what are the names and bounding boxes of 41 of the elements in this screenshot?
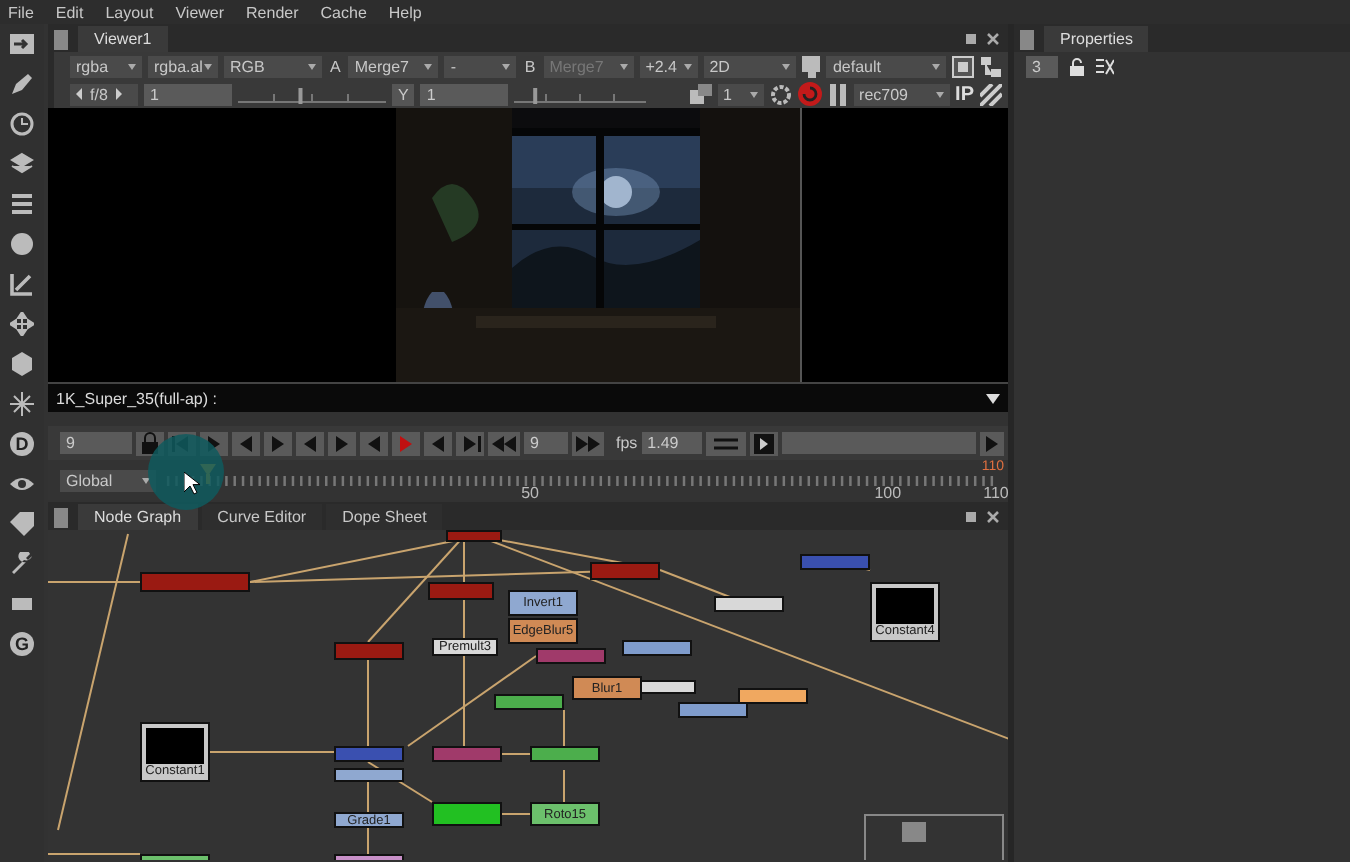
menu-item[interactable]: Viewer [175,3,225,21]
gain-field[interactable]: 1 [144,83,232,105]
gamma-dropdown[interactable]: +2.4 [639,55,698,77]
colorspace-dropdown[interactable]: rec709 [853,83,950,105]
timeline-tick-label: 110 [983,484,1009,502]
graph-tab[interactable]: Node Graph [78,504,198,530]
gamma-label: Y [392,83,415,105]
format-label: 1K_Super_35(full-ap) : [56,389,217,407]
input-label: A [328,57,343,75]
gamma-field[interactable]: 1 [420,83,509,105]
menu-item[interactable]: Layout [105,3,154,21]
channels-dropdown[interactable]: rgba [70,55,142,77]
menu-item[interactable]: Edit [55,3,84,21]
alpha-dropdown[interactable]: rgba.al [148,55,218,77]
letter-icon[interactable]: D [10,432,34,456]
proxy-dropdown[interactable]: 1 [717,83,764,105]
ip-button[interactable]: IP [955,83,974,105]
properties-tab[interactable]: Properties [1044,26,1149,52]
input-label: B [522,57,538,75]
graph-tab[interactable]: Curve Editor [201,504,323,530]
frame-field[interactable]: 9 [60,432,132,454]
viewer-tab[interactable]: Viewer1 [78,26,168,52]
graph-tab[interactable]: Dope Sheet [326,504,443,530]
range-dropdown[interactable]: Global [60,469,156,491]
letter-icon[interactable]: G [10,632,34,656]
menu-item[interactable]: Render [246,3,299,21]
fps-label: fps [616,434,638,452]
timeline-tick-label: 100 [874,484,902,502]
menu-item[interactable]: File [8,3,34,21]
operation-dropdown[interactable]: - [444,55,517,77]
display-dropdown[interactable]: RGB [224,55,322,77]
lut-dropdown[interactable]: default [826,55,947,77]
fps-field[interactable]: 1.49 [641,432,702,454]
fstop-stepper[interactable]: f/8 [70,83,138,105]
increment-field[interactable]: 9 [524,432,568,454]
menu-item[interactable]: Help [388,3,422,21]
input-dropdown[interactable]: Merge7 [348,55,439,77]
max-panels-field[interactable]: 3 [1026,55,1058,77]
timeline-tick-label: 50 [521,484,539,502]
menu-item[interactable]: Cache [320,3,367,21]
view-mode-dropdown[interactable]: 2D [703,55,796,77]
